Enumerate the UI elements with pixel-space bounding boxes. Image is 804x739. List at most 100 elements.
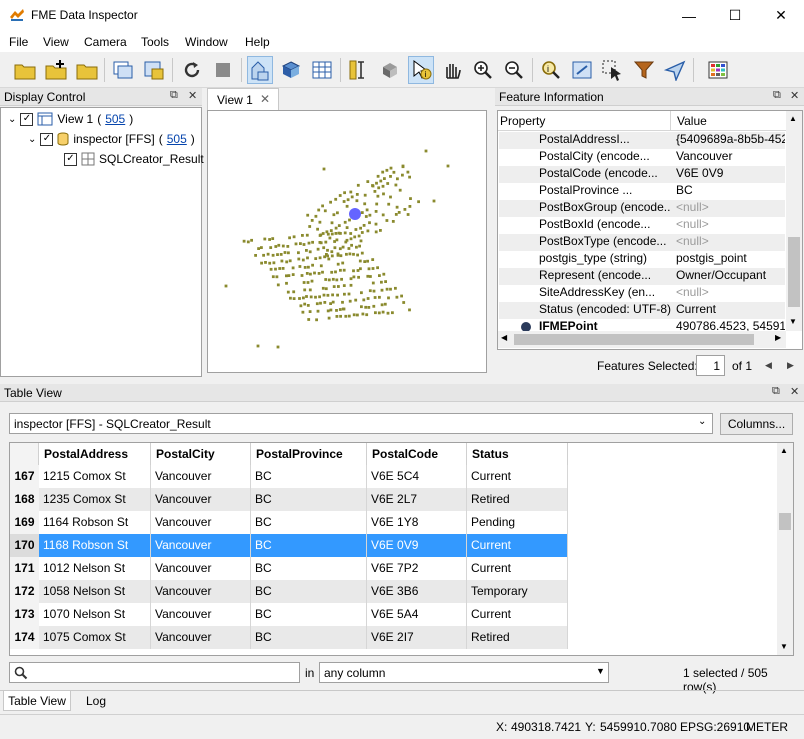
cell-postaladdress[interactable]: 1070 Nelson St — [39, 603, 151, 626]
point-feature[interactable] — [305, 295, 308, 298]
search-column-select[interactable]: any column ▼ — [319, 662, 609, 683]
point-feature[interactable] — [354, 228, 358, 231]
point-feature[interactable] — [308, 310, 312, 313]
table-row[interactable]: 167 1215 Comox St Vancouver BC V6E 5C4 Curren… — [10, 465, 568, 488]
point-feature[interactable] — [373, 190, 377, 193]
point-feature[interactable] — [383, 302, 387, 306]
point-feature[interactable] — [368, 213, 372, 217]
point-feature[interactable] — [343, 191, 346, 195]
point-feature[interactable] — [417, 200, 420, 204]
point-feature[interactable] — [318, 256, 322, 260]
point-feature[interactable] — [302, 296, 305, 300]
point-feature[interactable] — [305, 233, 309, 237]
cell-postalcode[interactable]: V6E 7P2 — [367, 557, 467, 580]
point-feature[interactable] — [366, 274, 370, 278]
point-feature[interactable] — [336, 211, 339, 215]
cell-postalcode[interactable]: V6E 3B6 — [367, 580, 467, 603]
point-feature[interactable] — [343, 220, 347, 224]
next-feature-icon[interactable]: ▶ — [787, 360, 794, 371]
point-feature[interactable] — [354, 298, 358, 302]
column-header-postalcode[interactable]: PostalCode — [367, 443, 467, 466]
row-number[interactable]: 170 — [10, 534, 39, 557]
point-feature[interactable] — [321, 270, 324, 274]
point-feature[interactable] — [321, 286, 325, 290]
point-feature[interactable] — [364, 215, 368, 218]
point-feature[interactable] — [376, 194, 380, 198]
point-feature[interactable] — [292, 290, 296, 294]
point-feature[interactable] — [322, 167, 326, 171]
cell-postalcity[interactable]: Vancouver — [151, 465, 251, 488]
point-feature[interactable] — [314, 214, 318, 218]
point-feature[interactable] — [287, 274, 291, 277]
point-feature[interactable] — [286, 290, 290, 294]
point-feature[interactable] — [360, 305, 363, 309]
point-feature[interactable] — [371, 258, 375, 261]
open-folder-2-icon[interactable] — [74, 56, 100, 84]
point-feature[interactable] — [262, 253, 265, 257]
point-feature[interactable] — [331, 300, 335, 304]
zoom-out-icon[interactable] — [501, 56, 527, 84]
point-feature[interactable] — [373, 296, 377, 299]
point-feature[interactable] — [409, 197, 412, 200]
menu-camera[interactable]: Camera — [84, 35, 127, 49]
point-feature[interactable] — [260, 261, 263, 265]
point-feature[interactable] — [301, 258, 305, 262]
chevron-down-icon[interactable]: ⌄ — [8, 114, 16, 125]
point-feature[interactable] — [349, 232, 353, 235]
cell-status[interactable]: Retired — [467, 488, 568, 511]
point-feature[interactable] — [386, 311, 390, 315]
point-feature[interactable] — [355, 245, 358, 249]
point-feature[interactable] — [371, 281, 375, 285]
point-feature[interactable] — [394, 213, 398, 216]
point-feature[interactable] — [408, 205, 412, 208]
point-feature[interactable] — [254, 254, 257, 257]
cell-postaladdress[interactable]: 1075 Comox St — [39, 626, 151, 649]
point-feature[interactable] — [309, 272, 312, 276]
point-feature[interactable] — [343, 292, 346, 296]
maximize-button[interactable]: ☐ — [712, 0, 758, 31]
cell-postalprovince[interactable]: BC — [251, 580, 367, 603]
point-feature[interactable] — [381, 310, 385, 314]
scroll-down-icon[interactable]: ▼ — [780, 642, 788, 651]
point-feature[interactable] — [334, 226, 338, 230]
table-search-input[interactable] — [9, 662, 300, 683]
point-feature[interactable] — [384, 280, 387, 283]
cell-postalprovince[interactable]: BC — [251, 488, 367, 511]
point-feature[interactable] — [329, 229, 333, 232]
point-feature[interactable] — [346, 198, 350, 202]
point-feature[interactable] — [256, 344, 260, 348]
point-feature[interactable] — [324, 240, 328, 244]
point-feature[interactable] — [343, 231, 347, 235]
point-feature[interactable] — [365, 208, 369, 212]
cell-postaladdress[interactable]: 1058 Nelson St — [39, 580, 151, 603]
point-feature[interactable] — [307, 265, 310, 269]
point-feature[interactable] — [303, 288, 307, 292]
cell-postalcode[interactable]: V6E 5C4 — [367, 465, 467, 488]
scroll-down-icon[interactable]: ▼ — [789, 317, 797, 326]
selected-point-feature[interactable] — [349, 208, 361, 220]
feature-search-icon[interactable]: i — [538, 56, 564, 84]
cell-postalprovince[interactable]: BC — [251, 603, 367, 626]
point-feature[interactable] — [392, 170, 396, 174]
point-feature[interactable] — [350, 243, 353, 247]
point-feature[interactable] — [358, 259, 362, 263]
point-feature[interactable] — [268, 238, 271, 241]
table-row[interactable]: 170 1168 Robson St Vancouver BC V6E 0V9 Curre… — [10, 534, 568, 557]
scroll-up-icon[interactable]: ▲ — [780, 446, 788, 455]
point-feature[interactable] — [318, 295, 321, 299]
point-feature[interactable] — [424, 149, 428, 153]
feature-info-row[interactable]: Represent (encode... Owner/Occupant — [499, 268, 785, 285]
point-feature[interactable] — [385, 287, 389, 291]
point-feature[interactable] — [224, 284, 228, 288]
point-feature[interactable] — [280, 259, 284, 263]
cell-postalprovince[interactable]: BC — [251, 557, 367, 580]
point-feature[interactable] — [406, 213, 410, 216]
point-feature[interactable] — [347, 292, 351, 296]
point-feature[interactable] — [250, 238, 253, 242]
chevron-down-icon[interactable]: ⌄ — [698, 416, 706, 427]
point-feature[interactable] — [389, 175, 392, 178]
point-feature[interactable] — [281, 244, 285, 248]
point-feature[interactable] — [396, 177, 399, 181]
point-feature[interactable] — [334, 232, 338, 235]
point-feature[interactable] — [286, 245, 290, 248]
